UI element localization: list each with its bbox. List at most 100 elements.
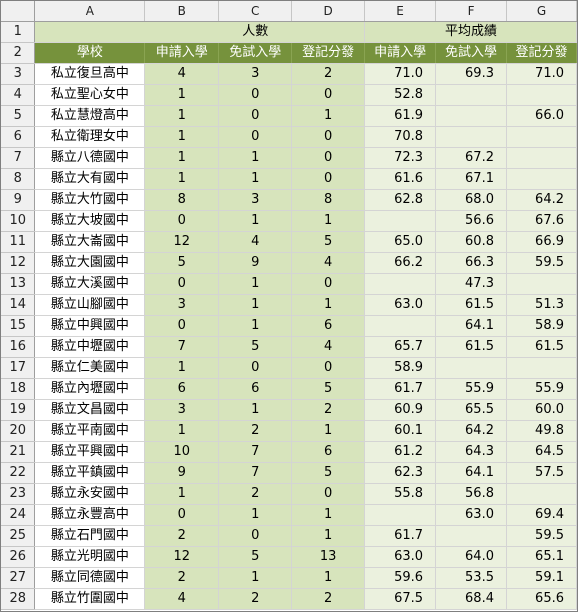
cell-count-exam-free[interactable]: 1 <box>218 147 293 169</box>
row-header[interactable]: 16 <box>1 336 36 358</box>
header-avg-application[interactable]: 申請入學 <box>364 42 437 64</box>
cell-count-registration[interactable]: 0 <box>291 84 366 106</box>
cell-avg-exam-free[interactable]: 63.0 <box>435 504 507 526</box>
header-school[interactable]: 學校 <box>34 42 146 64</box>
cell-avg-registration[interactable] <box>506 168 577 190</box>
cell-count-application[interactable]: 1 <box>144 126 220 148</box>
cell-avg-exam-free[interactable]: 64.1 <box>435 462 507 484</box>
cell-school[interactable]: 縣立平興國中 <box>34 441 146 463</box>
cell-a1[interactable] <box>34 21 145 43</box>
cell-count-application[interactable]: 1 <box>144 483 220 505</box>
cell-count-exam-free[interactable]: 6 <box>218 378 293 400</box>
row-header[interactable]: 25 <box>1 525 36 547</box>
row-header[interactable]: 9 <box>1 189 36 211</box>
cell-avg-exam-free[interactable]: 64.2 <box>435 420 507 442</box>
cell-avg-registration[interactable]: 57.5 <box>506 462 577 484</box>
cell-avg-registration[interactable]: 58.9 <box>506 315 577 337</box>
row-header[interactable]: 12 <box>1 252 36 274</box>
cell-avg-registration[interactable]: 71.0 <box>506 63 577 85</box>
cell-avg-exam-free[interactable] <box>435 105 507 127</box>
cell-avg-registration[interactable]: 49.8 <box>506 420 577 442</box>
row-header[interactable]: 14 <box>1 294 36 316</box>
row-header[interactable]: 27 <box>1 567 36 589</box>
cell-count-application[interactable]: 1 <box>144 84 220 106</box>
cell-count-application[interactable]: 12 <box>144 231 220 253</box>
cell-avg-registration[interactable]: 64.2 <box>506 189 577 211</box>
cell-avg-exam-free[interactable] <box>435 84 507 106</box>
cell-school[interactable]: 縣立大竹國中 <box>34 189 146 211</box>
cell-avg-exam-free[interactable]: 66.3 <box>435 252 507 274</box>
group-header-average[interactable]: 平均成績 <box>435 21 507 43</box>
cell-count-registration[interactable]: 1 <box>291 294 366 316</box>
cell-avg-application[interactable]: 63.0 <box>364 546 437 568</box>
cell-count-exam-free[interactable]: 1 <box>218 168 293 190</box>
cell-avg-exam-free[interactable] <box>435 126 507 148</box>
cell-count-exam-free[interactable]: 0 <box>218 84 293 106</box>
cell-avg-application[interactable]: 61.7 <box>364 378 437 400</box>
cell-count-registration[interactable]: 4 <box>291 252 366 274</box>
cell-avg-application[interactable]: 66.2 <box>364 252 437 274</box>
select-all-corner[interactable] <box>1 1 36 22</box>
cell-count-application[interactable]: 1 <box>144 168 220 190</box>
cell-avg-exam-free[interactable]: 60.8 <box>435 231 507 253</box>
row-header[interactable]: 19 <box>1 399 36 421</box>
cell-count-registration[interactable]: 5 <box>291 462 366 484</box>
cell-count-registration[interactable]: 1 <box>291 420 366 442</box>
cell-count-application[interactable]: 0 <box>144 315 220 337</box>
cell-school[interactable]: 縣立大崙國中 <box>34 231 146 253</box>
cell-avg-exam-free[interactable]: 55.9 <box>435 378 507 400</box>
cell-avg-application[interactable]: 62.8 <box>364 189 437 211</box>
cell-count-registration[interactable]: 2 <box>291 588 366 610</box>
cell-avg-exam-free[interactable]: 68.4 <box>435 588 507 610</box>
cell-count-exam-free[interactable]: 1 <box>218 273 293 295</box>
cell-avg-application[interactable]: 55.8 <box>364 483 437 505</box>
cell-avg-registration[interactable]: 66.9 <box>506 231 577 253</box>
column-header-g[interactable]: G <box>506 1 577 22</box>
cell-school[interactable]: 私立慧燈高中 <box>34 105 146 127</box>
cell-count-registration[interactable]: 5 <box>291 378 366 400</box>
cell-count-registration[interactable]: 1 <box>291 567 366 589</box>
cell-count-registration[interactable]: 13 <box>291 546 366 568</box>
row-header[interactable]: 15 <box>1 315 36 337</box>
cell-school[interactable]: 私立復旦高中 <box>34 63 146 85</box>
cell-count-exam-free[interactable]: 3 <box>218 189 293 211</box>
cell-avg-application[interactable]: 65.7 <box>364 336 437 358</box>
cell-count-application[interactable]: 12 <box>144 546 220 568</box>
column-header-c[interactable]: C <box>218 1 293 22</box>
cell-count-exam-free[interactable]: 2 <box>218 420 293 442</box>
cell-count-application[interactable]: 5 <box>144 252 220 274</box>
cell-avg-exam-free[interactable]: 47.3 <box>435 273 507 295</box>
cell-count-exam-free[interactable]: 4 <box>218 231 293 253</box>
cell-avg-registration[interactable] <box>506 126 577 148</box>
row-header[interactable]: 26 <box>1 546 36 568</box>
cell-avg-application[interactable] <box>364 504 437 526</box>
cell-avg-registration[interactable] <box>506 357 577 379</box>
cell-school[interactable]: 縣立石門國中 <box>34 525 146 547</box>
cell-g1[interactable] <box>506 21 577 43</box>
cell-count-registration[interactable]: 0 <box>291 168 366 190</box>
column-header-b[interactable]: B <box>144 1 220 22</box>
cell-school[interactable]: 縣立永豐高中 <box>34 504 146 526</box>
cell-avg-registration[interactable] <box>506 273 577 295</box>
cell-avg-registration[interactable]: 65.6 <box>506 588 577 610</box>
cell-count-exam-free[interactable]: 9 <box>218 252 293 274</box>
cell-avg-registration[interactable] <box>506 147 577 169</box>
cell-avg-application[interactable]: 63.0 <box>364 294 437 316</box>
cell-count-exam-free[interactable]: 1 <box>218 210 293 232</box>
column-header-f[interactable]: F <box>435 1 507 22</box>
column-header-d[interactable]: D <box>291 1 366 22</box>
row-header[interactable]: 10 <box>1 210 36 232</box>
cell-school[interactable]: 縣立平南國中 <box>34 420 146 442</box>
cell-avg-registration[interactable]: 61.5 <box>506 336 577 358</box>
row-header[interactable]: 6 <box>1 126 36 148</box>
cell-avg-exam-free[interactable]: 61.5 <box>435 294 507 316</box>
cell-count-registration[interactable]: 0 <box>291 147 366 169</box>
cell-avg-application[interactable] <box>364 315 437 337</box>
cell-school[interactable]: 縣立仁美國中 <box>34 357 146 379</box>
cell-avg-registration[interactable]: 51.3 <box>506 294 577 316</box>
cell-avg-exam-free[interactable]: 64.3 <box>435 441 507 463</box>
cell-count-application[interactable]: 10 <box>144 441 220 463</box>
row-header[interactable]: 1 <box>1 21 36 43</box>
cell-avg-registration[interactable] <box>506 483 577 505</box>
cell-count-application[interactable]: 1 <box>144 357 220 379</box>
